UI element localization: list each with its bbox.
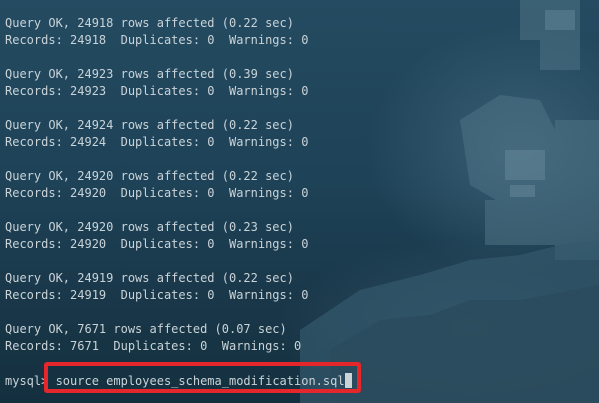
terminal-output: Query OK, 24918 rows affected (0.22 sec)… — [5, 15, 595, 355]
output-line: Records: 24918 Duplicates: 0 Warnings: 0 — [5, 33, 309, 47]
output-line: Records: 24920 Duplicates: 0 Warnings: 0 — [5, 186, 309, 200]
output-line: Query OK, 24918 rows affected (0.22 sec) — [5, 16, 294, 30]
output-line: Query OK, 24920 rows affected (0.22 sec) — [5, 169, 294, 183]
output-line: Query OK, 24924 rows affected (0.22 sec) — [5, 118, 294, 132]
output-line: Query OK, 24923 rows affected (0.39 sec) — [5, 67, 294, 81]
output-line: Query OK, 24920 rows affected (0.23 sec) — [5, 220, 294, 234]
command-highlight-box — [44, 362, 361, 393]
terminal-window[interactable]: Query OK, 24918 rows affected (0.22 sec)… — [0, 0, 599, 403]
output-line: Records: 24919 Duplicates: 0 Warnings: 0 — [5, 288, 309, 302]
output-line: Query OK, 24919 rows affected (0.22 sec) — [5, 271, 294, 285]
output-line: Records: 7671 Duplicates: 0 Warnings: 0 — [5, 339, 302, 353]
output-line: Records: 24924 Duplicates: 0 Warnings: 0 — [5, 135, 309, 149]
output-line: Query OK, 7671 rows affected (0.07 sec) — [5, 322, 287, 336]
output-line: Records: 24923 Duplicates: 0 Warnings: 0 — [5, 84, 309, 98]
output-line: Records: 24920 Duplicates: 0 Warnings: 0 — [5, 237, 309, 251]
